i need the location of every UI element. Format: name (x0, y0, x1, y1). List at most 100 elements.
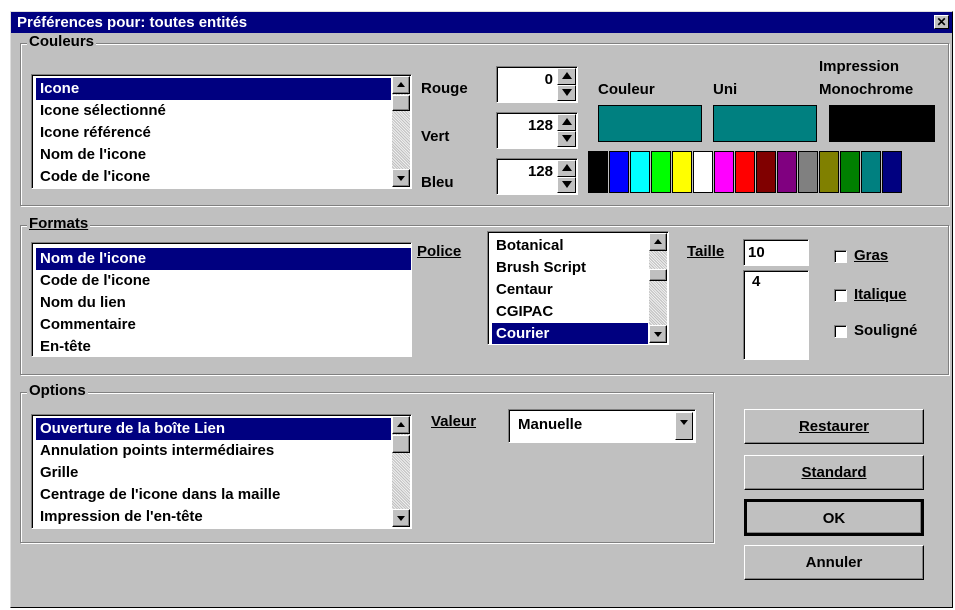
options-scrollbar[interactable] (392, 416, 410, 527)
ok-button[interactable]: OK (744, 499, 924, 536)
title-bar[interactable]: Préférences pour: toutes entités ✕ (11, 12, 952, 33)
arrow-up-icon (654, 239, 662, 244)
palette-swatch[interactable] (588, 151, 608, 193)
list-item[interactable]: Grille (36, 462, 391, 484)
list-item[interactable]: Nom de l'icone (36, 248, 411, 270)
palette-swatch[interactable] (609, 151, 629, 193)
vert-stepper[interactable]: 128 (496, 112, 578, 149)
italique-checkbox[interactable] (834, 289, 847, 302)
valeur-value: Manuelle (518, 416, 583, 433)
font-item[interactable]: Courier (492, 323, 648, 344)
vert-spin-buttons (557, 114, 576, 147)
size-item[interactable]: 4 (748, 271, 808, 293)
restaurer-button[interactable]: Restaurer (744, 409, 924, 444)
valeur-select[interactable]: Manuelle (508, 409, 696, 443)
palette-swatch[interactable] (735, 151, 755, 193)
palette-swatch[interactable] (756, 151, 776, 193)
palette-swatch[interactable] (840, 151, 860, 193)
taille-input[interactable]: 10 (743, 239, 809, 266)
palette-swatch[interactable] (630, 151, 650, 193)
palette-swatch[interactable] (672, 151, 692, 193)
gras-label: Gras (854, 247, 889, 264)
vert-decrement-button[interactable] (557, 130, 576, 147)
list-item[interactable]: Commentaire (36, 314, 411, 336)
spin-down-icon (562, 180, 572, 188)
bleu-decrement-button[interactable] (557, 176, 576, 193)
vert-increment-button[interactable] (557, 114, 576, 131)
formats-legend: Formats (27, 215, 91, 232)
arrow-down-icon (397, 516, 405, 521)
list-item[interactable]: En-tête (36, 336, 411, 356)
list-item[interactable]: Code de l'icone (36, 166, 391, 188)
taille-listbox[interactable]: 4 (743, 270, 809, 360)
palette-swatch[interactable] (651, 151, 671, 193)
formats-listbox[interactable]: Nom de l'icone Code de l'icone Nom du li… (31, 242, 412, 357)
list-item[interactable]: Icone sélectionné (36, 100, 391, 122)
standard-button[interactable]: Standard (744, 455, 924, 490)
spin-down-icon (562, 134, 572, 142)
bleu-stepper[interactable]: 128 (496, 158, 578, 195)
taille-value[interactable]: 10 (748, 244, 765, 261)
palette-swatch[interactable] (861, 151, 881, 193)
list-item[interactable]: Nom du lien (36, 292, 411, 314)
arrow-up-icon (397, 82, 405, 87)
rouge-increment-button[interactable] (557, 68, 576, 85)
police-listbox[interactable]: Botanical Brush Script Centaur CGIPAC Co… (487, 231, 669, 345)
police-items: Botanical Brush Script Centaur CGIPAC Co… (492, 235, 648, 344)
font-item[interactable]: Centaur (492, 279, 648, 301)
rouge-decrement-button[interactable] (557, 84, 576, 101)
couleur-swatch[interactable] (598, 105, 702, 142)
list-item[interactable]: Icone référencé (36, 122, 391, 144)
valeur-label: Valeur (431, 413, 477, 430)
scroll-up-button[interactable] (649, 233, 667, 251)
font-item[interactable]: CGIPAC (492, 301, 648, 323)
spin-up-icon (562, 118, 572, 125)
uni-swatch[interactable] (713, 105, 817, 142)
palette-swatch[interactable] (714, 151, 734, 193)
options-listbox[interactable]: Ouverture de la boîte Lien Annulation po… (31, 414, 412, 529)
bleu-value[interactable]: 128 (528, 163, 553, 180)
list-item[interactable]: Ouverture de la boîte Lien (36, 418, 391, 440)
list-item[interactable]: Icone (36, 78, 391, 100)
rouge-stepper[interactable]: 0 (496, 66, 578, 103)
couleurs-listbox[interactable]: Icone Icone sélectionné Icone référencé … (31, 74, 412, 189)
font-item[interactable]: Brush Script (492, 257, 648, 279)
annuler-button[interactable]: Annuler (744, 545, 924, 580)
scroll-thumb[interactable] (392, 95, 410, 111)
rouge-value[interactable]: 0 (545, 71, 553, 88)
impression-swatch[interactable] (829, 105, 935, 142)
souligne-checkbox[interactable] (834, 325, 847, 338)
spin-up-icon (562, 72, 572, 79)
vert-value[interactable]: 128 (528, 117, 553, 134)
palette-swatch[interactable] (777, 151, 797, 193)
taille-label: Taille (687, 243, 725, 260)
close-icon: ✕ (936, 15, 947, 29)
scroll-thumb[interactable] (392, 435, 410, 453)
bleu-increment-button[interactable] (557, 160, 576, 177)
couleurs-scrollbar[interactable] (392, 76, 410, 187)
color-palette (588, 151, 903, 193)
palette-swatch[interactable] (882, 151, 902, 193)
palette-swatch[interactable] (819, 151, 839, 193)
couleur-label: Couleur (598, 81, 655, 98)
list-item[interactable]: Centrage de l'icone dans la maille (36, 484, 391, 506)
police-scrollbar[interactable] (649, 233, 667, 343)
list-item[interactable]: Nom de l'icone (36, 144, 391, 166)
scroll-down-button[interactable] (649, 325, 667, 343)
list-item[interactable]: Annulation points intermédiaires (36, 440, 391, 462)
scroll-down-button[interactable] (392, 509, 410, 527)
palette-swatch[interactable] (693, 151, 713, 193)
close-button[interactable]: ✕ (934, 15, 949, 29)
gras-checkbox[interactable] (834, 250, 847, 263)
scroll-thumb[interactable] (649, 269, 667, 281)
scroll-up-button[interactable] (392, 76, 410, 94)
couleurs-items: Icone Icone sélectionné Icone référencé … (36, 78, 391, 188)
scroll-down-button[interactable] (392, 169, 410, 187)
valeur-dropdown-button[interactable] (675, 412, 693, 440)
scroll-up-button[interactable] (392, 416, 410, 434)
list-item[interactable]: Impression de l'en-tête (36, 506, 391, 528)
palette-swatch[interactable] (798, 151, 818, 193)
rouge-label: Rouge (421, 80, 468, 97)
list-item[interactable]: Code de l'icone (36, 270, 411, 292)
font-item[interactable]: Botanical (492, 235, 648, 257)
